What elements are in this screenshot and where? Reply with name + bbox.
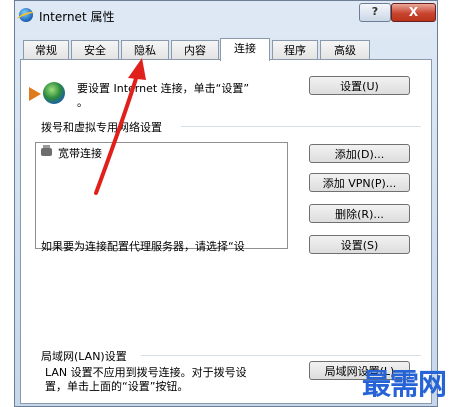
- add-button[interactable]: 添加(D)...: [309, 144, 410, 163]
- close-button[interactable]: X: [391, 3, 436, 22]
- tab-general[interactable]: 常规: [23, 40, 69, 60]
- window-title: Internet 属性: [39, 10, 115, 24]
- tab-security[interactable]: 安全: [71, 40, 119, 60]
- internet-properties-window: Internet 属性 ? X 常规 安全 隐私 内容 连接 程序 高级 要设置…: [14, 0, 438, 407]
- remove-button[interactable]: 删除(R)...: [309, 204, 410, 223]
- lan-heading: 局域网(LAN)设置: [41, 350, 127, 363]
- list-item[interactable]: 宽带连接: [36, 143, 287, 161]
- divider: [141, 355, 421, 356]
- globe-icon: [43, 82, 65, 104]
- title-bar[interactable]: Internet 属性 ? X: [15, 1, 437, 29]
- watermark: 最需网: [362, 367, 447, 401]
- lan-text-cont: 置，单击上面的“设置”按钮。: [45, 380, 189, 393]
- connections-list[interactable]: 宽带连接: [35, 142, 288, 249]
- tab-advanced[interactable]: 高级: [320, 40, 370, 60]
- setup-text: 要设置 Internet 连接，单击“设置”: [77, 82, 250, 95]
- tab-connections[interactable]: 连接: [220, 38, 270, 61]
- tab-strip: 常规 安全 隐私 内容 连接 程序 高级: [21, 38, 431, 61]
- tab-content[interactable]: 内容: [171, 40, 219, 60]
- proxy-text: 如果要为连接配置代理服务器，请选择“设: [41, 240, 245, 253]
- ie-globe-icon: [19, 8, 33, 22]
- tab-privacy[interactable]: 隐私: [121, 40, 169, 60]
- setup-text-cont: 。: [77, 96, 88, 109]
- tab-programs[interactable]: 程序: [272, 40, 318, 60]
- dialup-settings-button[interactable]: 设置(S): [309, 235, 410, 254]
- setup-button[interactable]: 设置(U): [309, 76, 410, 95]
- connections-panel: 要设置 Internet 连接，单击“设置” 。 设置(U) 拨号和虚拟专用网络…: [20, 59, 432, 404]
- broadband-connection-icon: [41, 145, 52, 156]
- add-vpn-button[interactable]: 添加 VPN(P)...: [309, 173, 410, 192]
- help-button[interactable]: ?: [359, 3, 391, 22]
- dialup-heading: 拨号和虚拟专用网络设置: [41, 121, 162, 134]
- divider: [181, 126, 421, 127]
- list-item-label: 宽带连接: [58, 147, 102, 160]
- connection-wizard-icon: [29, 87, 41, 101]
